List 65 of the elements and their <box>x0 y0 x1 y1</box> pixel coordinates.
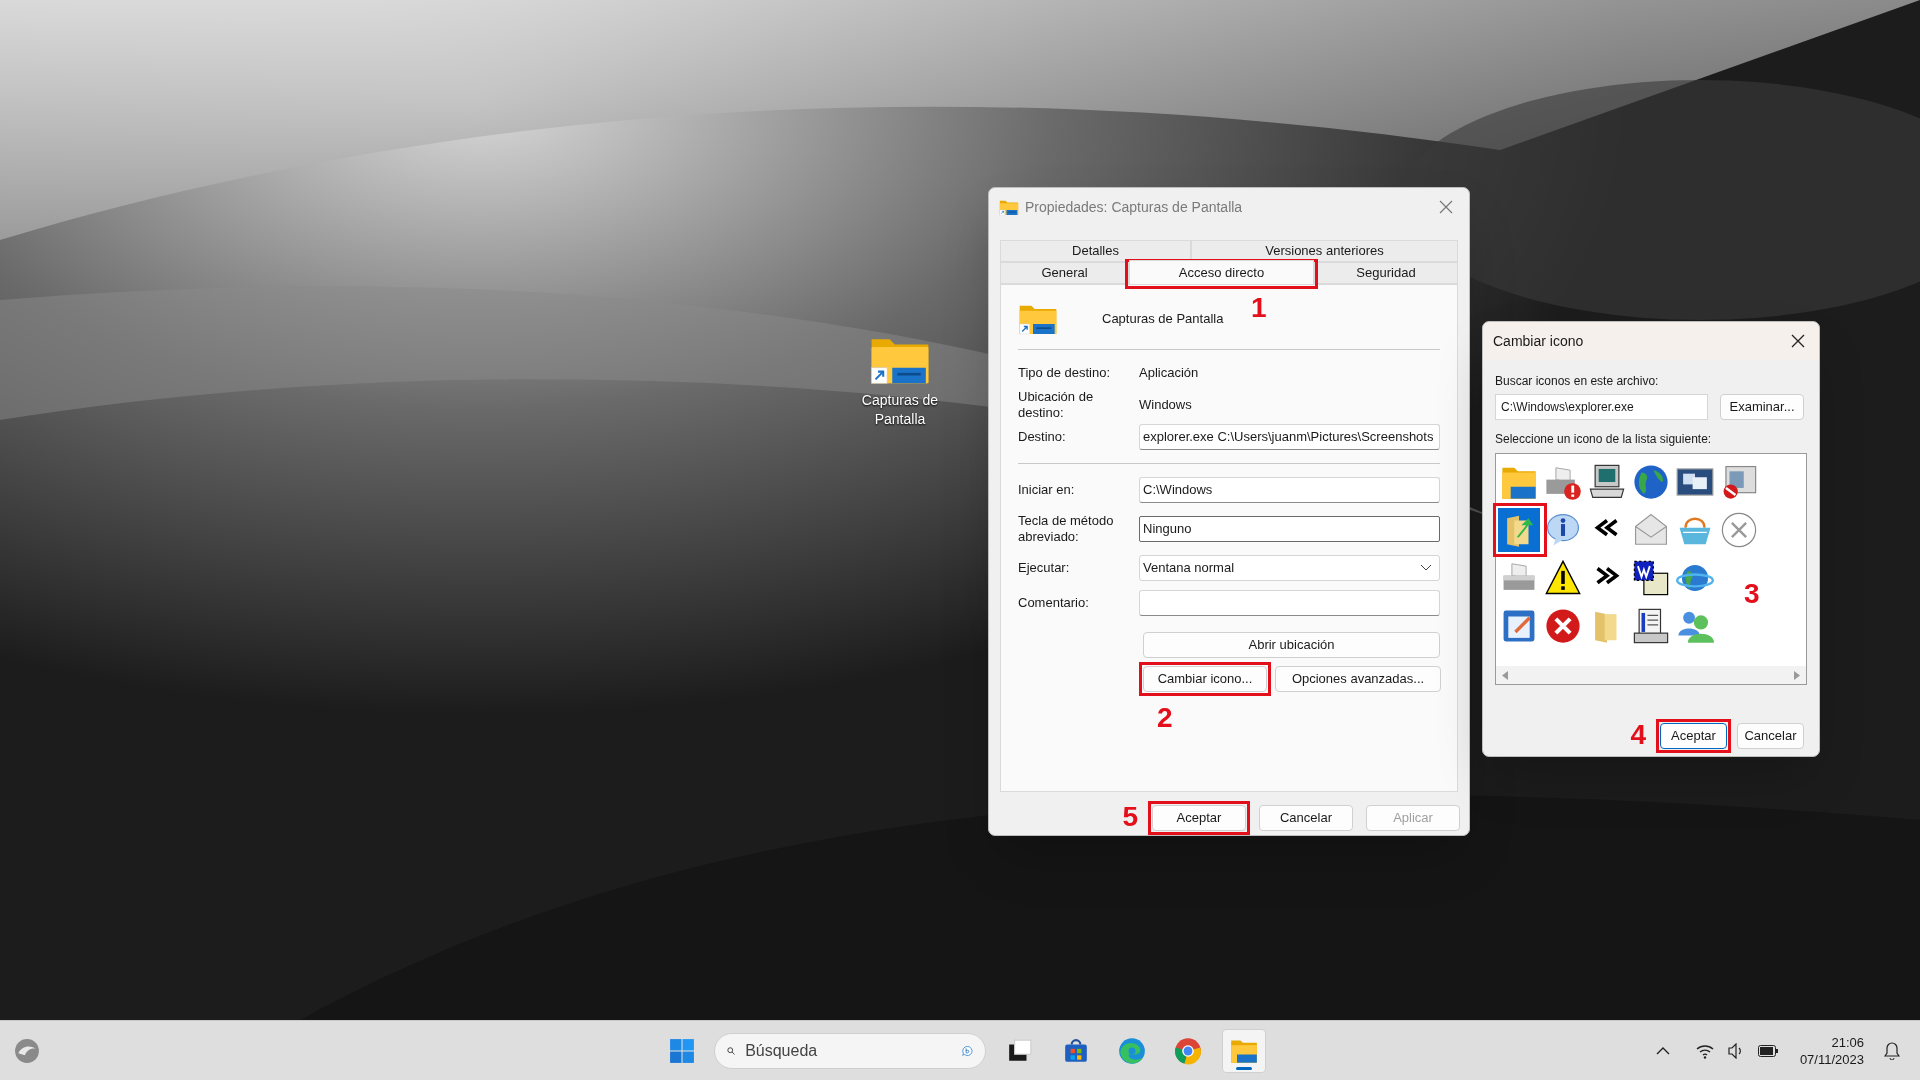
bell-icon[interactable] <box>1884 1041 1900 1060</box>
folder-shortcut-icon <box>999 198 1019 216</box>
field-label: Seleccione un icono de la lista siguiente: <box>1495 431 1713 448</box>
field-label: Iniciar en: <box>1018 482 1076 498</box>
warning-icon <box>1544 559 1582 597</box>
file-path-field[interactable]: C:\Windows\explorer.exe <box>1495 394 1708 420</box>
field-label: Destino: <box>1018 429 1067 445</box>
edge-icon <box>1118 1036 1146 1065</box>
window-title: Propiedades: Capturas de Pantalla <box>1025 197 1244 217</box>
tab[interactable]: Acceso directo <box>1129 260 1314 284</box>
text-field[interactable]: explorer.exe C:\Users\juanm\Pictures\Screenshots <box>1139 424 1440 450</box>
windows-icon <box>669 1037 695 1064</box>
close-icon[interactable] <box>1791 334 1805 348</box>
dropdown[interactable]: Ventana normal <box>1139 555 1440 581</box>
task-view-icon <box>1007 1037 1033 1064</box>
dialog-button[interactable]: Cancelar <box>1737 723 1804 749</box>
text-field[interactable]: C:\Windows <box>1139 477 1440 503</box>
field-label: Tipo de destino: <box>1018 365 1112 381</box>
dialog-button[interactable]: Opciones avanzadas... <box>1275 666 1441 692</box>
chrome-icon <box>1174 1036 1202 1065</box>
step-number: 4 <box>1630 721 1646 749</box>
tab[interactable]: General <box>1000 262 1129 284</box>
widget-icon[interactable] <box>14 1037 40 1064</box>
search-bar[interactable]: Búsqueda <box>714 1032 986 1069</box>
clock[interactable]: 21:06 07/11/2023 <box>1799 1033 1864 1068</box>
dialog-button[interactable]: Cambiar icono... <box>1143 666 1267 692</box>
step-number: 1 <box>1251 294 1267 322</box>
tab[interactable]: Versiones anteriores <box>1191 240 1458 262</box>
computer-icon <box>1588 463 1626 501</box>
field-label: Tecla de método abreviado: <box>1018 513 1115 545</box>
active-indicator <box>1236 1066 1252 1070</box>
tab[interactable]: Detalles <box>1000 240 1191 262</box>
document-icon <box>1632 559 1670 597</box>
step-number: 2 <box>1157 704 1173 732</box>
search-field[interactable]: Búsqueda <box>745 1038 953 1063</box>
window-title: Cambiar icono <box>1493 331 1585 351</box>
volume-icon[interactable] <box>1727 1042 1744 1059</box>
store-icon <box>1063 1037 1089 1064</box>
highlight-frame <box>1493 503 1547 557</box>
dialog-button[interactable]: Cancelar <box>1259 805 1353 831</box>
cancel-circle-icon <box>1720 511 1758 549</box>
tab[interactable]: Seguridad <box>1314 262 1458 284</box>
field-label: Comentario: <box>1018 595 1090 611</box>
field-label: Ejecutar: <box>1018 560 1071 576</box>
field-label: Buscar iconos en este archivo: <box>1495 373 1660 390</box>
text-field[interactable] <box>1139 590 1440 616</box>
chevron-down-icon <box>1420 564 1432 572</box>
field-value: Aplicación <box>1139 364 1199 383</box>
battery-icon[interactable] <box>1757 1044 1778 1057</box>
list-window-icon <box>1632 607 1670 645</box>
dialog-button[interactable]: Examinar... <box>1720 394 1804 420</box>
globe-icon <box>1632 463 1670 501</box>
field-value: Windows <box>1139 396 1192 415</box>
step-number: 3 <box>1744 580 1760 608</box>
field-label: Ubicación de destino: <box>1018 389 1095 421</box>
hotkey-field[interactable]: Ninguno <box>1139 516 1440 542</box>
step-number: 5 <box>1122 803 1138 831</box>
dialog-button[interactable]: Abrir ubicación <box>1143 632 1440 658</box>
dialog-button[interactable]: Aceptar <box>1660 723 1727 749</box>
wifi-icon[interactable] <box>1695 1042 1714 1059</box>
error-icon <box>1544 607 1582 645</box>
dialog-button[interactable]: Aceptar <box>1152 805 1246 831</box>
chevron-up-icon[interactable] <box>1655 1045 1670 1056</box>
shortcut-name: Capturas de Pantalla <box>1102 310 1224 329</box>
desktop-shortcut[interactable]: Capturas de Pantalla <box>852 333 948 429</box>
